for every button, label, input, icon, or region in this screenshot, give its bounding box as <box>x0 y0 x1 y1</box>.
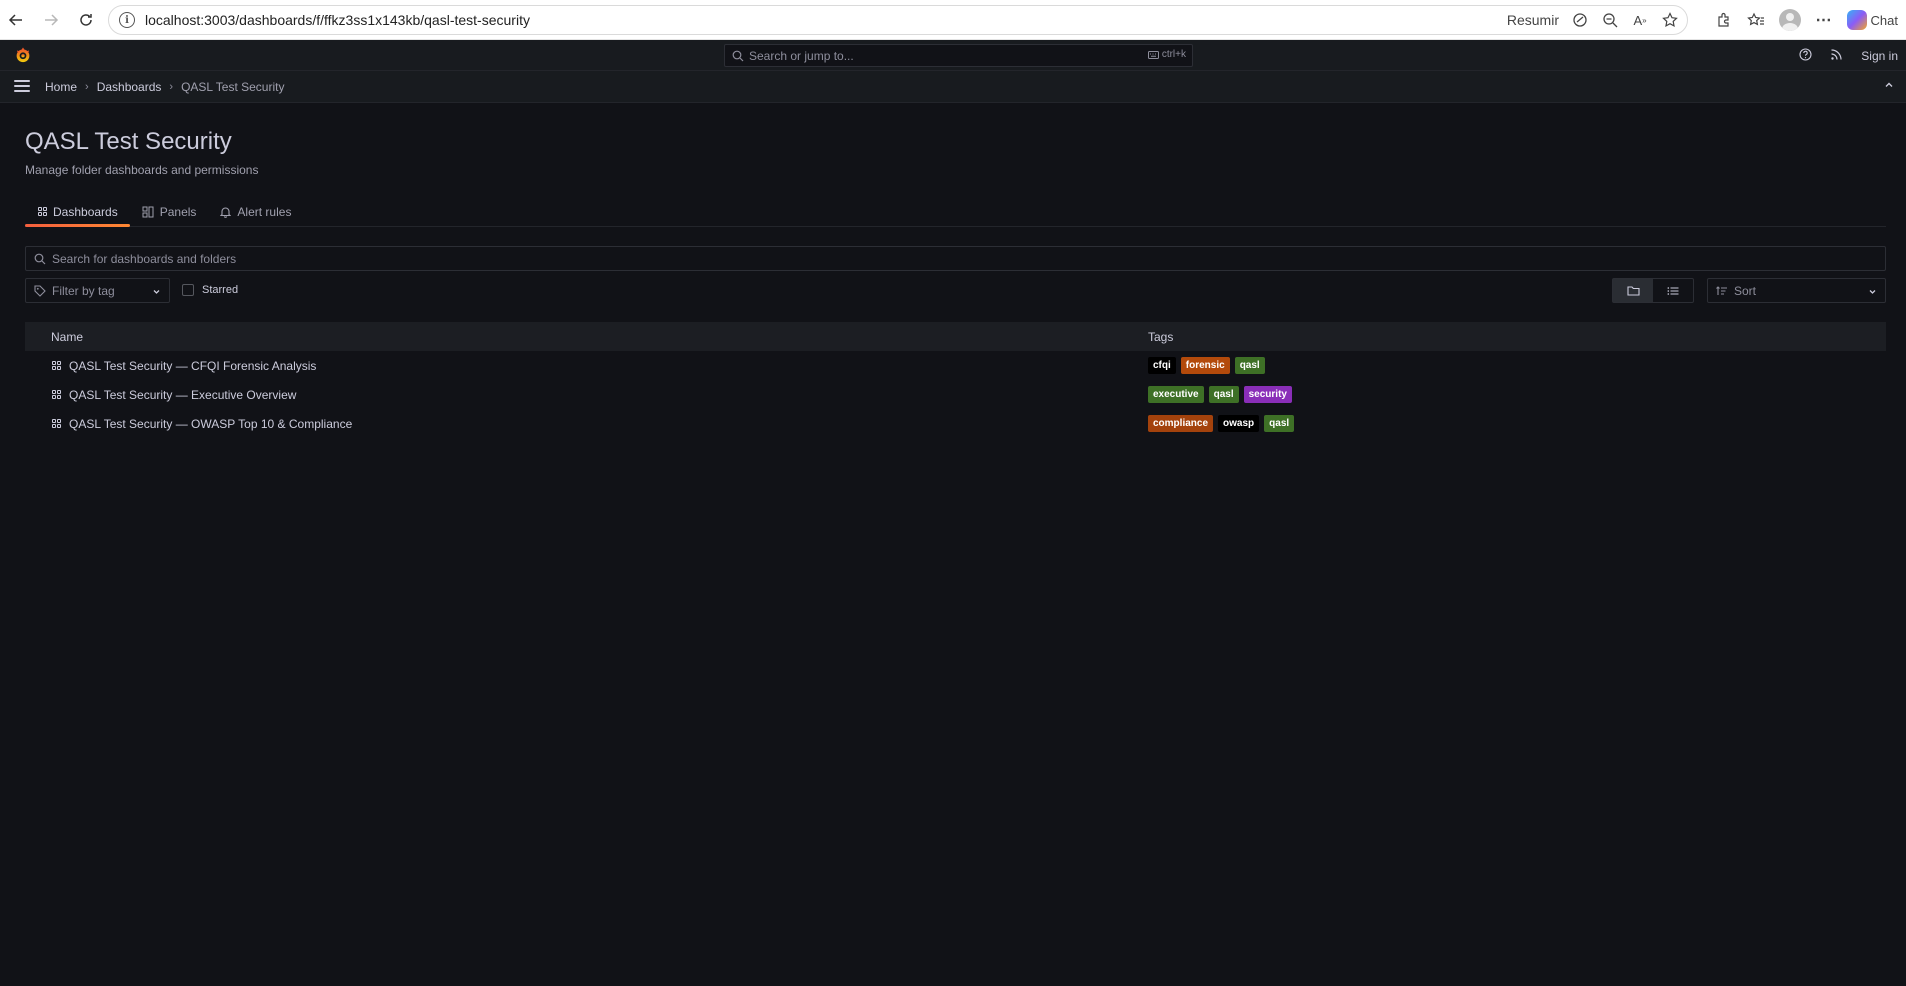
tag-filter-placeholder: Filter by tag <box>52 283 115 298</box>
page-subtitle: Manage folder dashboards and permissions <box>25 163 259 177</box>
sort-placeholder: Sort <box>1734 283 1757 298</box>
dashboard-link[interactable]: QASL Test Security — OWASP Top 10 & Comp… <box>52 417 352 431</box>
tag-badge[interactable]: qasl <box>1208 386 1239 403</box>
breadcrumb-bar: Home › Dashboards › QASL Test Security <box>0 71 1906 103</box>
tag-badge[interactable]: executive <box>1148 386 1204 403</box>
folder-view-button[interactable] <box>1613 279 1653 302</box>
apps-icon <box>52 419 61 428</box>
bell-icon <box>220 206 232 218</box>
library-panel-icon <box>142 206 154 217</box>
profile-avatar[interactable] <box>1778 9 1801 31</box>
table-header: Name Tags <box>25 322 1886 351</box>
tag-list: cfqi forensic qasl <box>1148 357 1265 374</box>
site-info-icon[interactable]: i <box>119 12 135 28</box>
breadcrumb-dashboards[interactable]: Dashboards <box>97 80 162 94</box>
sort-icon <box>1716 285 1727 295</box>
read-aloud-icon[interactable]: A» <box>1631 11 1649 29</box>
tag-badge[interactable]: security <box>1243 386 1292 403</box>
column-header-tags: Tags <box>1148 329 1174 344</box>
tag-icon <box>34 284 46 297</box>
apps-icon <box>52 361 61 370</box>
more-options-icon[interactable]: ⋯ <box>1815 11 1833 29</box>
dashboard-table: Name Tags QASL Test Security — CFQI Fore… <box>25 322 1886 438</box>
menu-icon[interactable] <box>14 80 30 92</box>
favorites-icon[interactable] <box>1746 11 1765 29</box>
keyboard-icon <box>1147 50 1159 59</box>
chevron-down-icon <box>152 285 161 299</box>
sort-select[interactable]: Sort <box>1707 278 1886 303</box>
extensions-icon[interactable] <box>1715 11 1733 29</box>
tag-badge[interactable]: qasl <box>1264 415 1295 432</box>
address-bar[interactable]: i localhost:3003/dashboards/f/ffkz3ss1x1… <box>108 5 1688 35</box>
tag-filter-select[interactable]: Filter by tag <box>25 278 170 303</box>
dashboard-name: QASL Test Security — Executive Overview <box>69 387 297 402</box>
table-row[interactable]: QASL Test Security — CFQI Forensic Analy… <box>25 351 1886 380</box>
browser-toolbar: i localhost:3003/dashboards/f/ffkz3ss1x1… <box>0 0 1906 40</box>
dashboard-name: QASL Test Security — OWASP Top 10 & Comp… <box>69 416 353 431</box>
view-mode-toggle <box>1612 278 1694 303</box>
table-row[interactable]: QASL Test Security — Executive Overview … <box>25 380 1886 409</box>
list-view-button[interactable] <box>1653 279 1693 302</box>
shortcut-label: ctrl+k <box>1161 49 1186 60</box>
apps-icon <box>52 390 61 399</box>
dashboard-link[interactable]: QASL Test Security — CFQI Forensic Analy… <box>52 359 316 373</box>
starred-filter[interactable]: Starred <box>182 284 238 296</box>
apps-icon <box>38 207 47 216</box>
tag-list: compliance owasp qasl <box>1148 415 1295 432</box>
tag-badge[interactable]: qasl <box>1234 357 1265 374</box>
dashboard-link[interactable]: QASL Test Security — Executive Overview <box>52 388 296 402</box>
url-text: localhost:3003/dashboards/f/ffkz3ss1x143… <box>145 12 530 28</box>
copilot-icon <box>1846 10 1867 30</box>
tab-alert-rules[interactable]: Alert rules <box>208 197 303 226</box>
chevron-right-icon: › <box>85 81 89 93</box>
tab-label: Alert rules <box>237 204 292 219</box>
tab-bar: Dashboards Panels Alert rules <box>25 197 1886 227</box>
dashboard-search-placeholder: Search for dashboards and folders <box>52 251 237 266</box>
favorite-star-icon[interactable] <box>1661 11 1679 29</box>
tag-list: executive qasl security <box>1148 386 1292 403</box>
breadcrumb-current: QASL Test Security <box>181 80 285 94</box>
tag-badge[interactable]: owasp <box>1218 415 1260 432</box>
starred-label: Starred <box>202 284 239 296</box>
breadcrumb-home[interactable]: Home <box>45 80 77 94</box>
grafana-logo-icon[interactable] <box>14 46 32 64</box>
tag-badge[interactable]: forensic <box>1180 357 1230 374</box>
back-icon[interactable] <box>3 7 29 33</box>
chevron-down-icon <box>1868 285 1877 299</box>
help-icon[interactable] <box>1799 47 1812 64</box>
tab-panels[interactable]: Panels <box>130 197 209 226</box>
copilot-chat-button[interactable]: Chat <box>1846 10 1898 30</box>
chat-label: Chat <box>1870 12 1898 28</box>
tab-label: Dashboards <box>53 204 118 219</box>
resumir-button[interactable]: Resumir <box>1507 12 1559 28</box>
column-header-name: Name <box>51 329 84 344</box>
tab-dashboards[interactable]: Dashboards <box>25 197 130 227</box>
search-icon <box>732 50 744 61</box>
page-title: QASL Test Security <box>25 128 232 155</box>
tab-label: Panels <box>159 204 197 219</box>
chevron-up-icon[interactable] <box>1884 79 1894 93</box>
chevron-right-icon: › <box>169 81 174 93</box>
reload-icon[interactable] <box>73 7 99 33</box>
grafana-topbar: Search or jump to... ctrl+k Sign in <box>0 40 1906 71</box>
table-row[interactable]: QASL Test Security — OWASP Top 10 & Comp… <box>25 409 1886 438</box>
folder-icon <box>1626 286 1640 296</box>
dashboard-name: QASL Test Security — CFQI Forensic Analy… <box>69 358 317 373</box>
tag-badge[interactable]: compliance <box>1148 415 1214 432</box>
forward-icon[interactable] <box>38 7 64 33</box>
tag-badge[interactable]: cfqi <box>1148 357 1176 374</box>
global-search-input[interactable]: Search or jump to... ctrl+k <box>724 44 1193 67</box>
global-search-placeholder: Search or jump to... <box>749 48 854 63</box>
search-icon <box>34 253 46 264</box>
starred-checkbox[interactable] <box>182 284 194 296</box>
breadcrumb: Home › Dashboards › QASL Test Security <box>45 80 284 94</box>
list-icon <box>1667 286 1679 295</box>
zoom-out-icon[interactable] <box>1601 11 1619 29</box>
sign-in-link[interactable]: Sign in <box>1861 49 1898 63</box>
news-feed-icon[interactable] <box>1830 48 1843 64</box>
dashboard-search-input[interactable]: Search for dashboards and folders <box>25 246 1886 271</box>
keyboard-shortcut-hint: ctrl+k <box>1147 49 1186 60</box>
summarize-icon[interactable] <box>1571 11 1589 29</box>
